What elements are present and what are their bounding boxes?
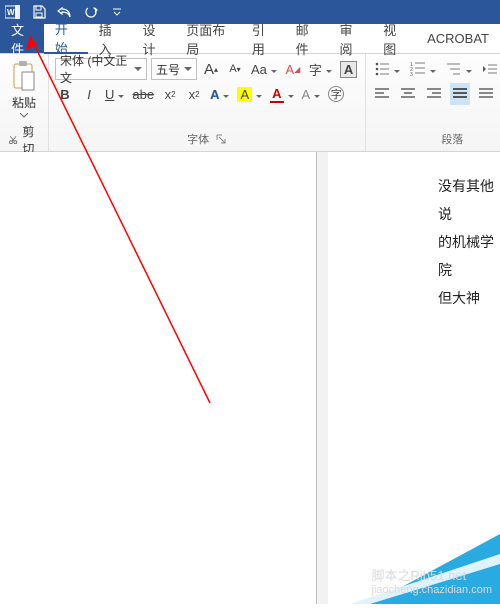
align-right-button[interactable]	[424, 83, 444, 105]
bold-button[interactable]: B	[55, 83, 75, 105]
shrink-font-button[interactable]: A▾	[225, 58, 245, 80]
font-name-combo[interactable]: 宋体 (中文正文	[55, 58, 147, 80]
paste-button[interactable]: 粘贴	[6, 58, 42, 120]
ribbon-tabs: 文件 开始 插入 设计 页面布局 引用 邮件 审阅 视图 ACROBAT	[0, 24, 500, 54]
font-color-button[interactable]: A	[268, 83, 295, 105]
scissors-icon	[8, 133, 18, 147]
align-distribute-button[interactable]	[476, 83, 496, 105]
tab-file[interactable]: 文件	[0, 24, 44, 53]
paste-label: 粘贴	[12, 94, 36, 111]
phonetic-guide-button[interactable]: 字	[307, 58, 334, 80]
subscript-button[interactable]: x2	[160, 83, 180, 105]
enclose-char-button[interactable]: 字	[326, 83, 346, 105]
underline-button[interactable]: U	[103, 83, 126, 105]
chevron-down-icon	[20, 113, 28, 118]
superscript-button[interactable]: x2	[184, 83, 204, 105]
doc-line-3: 但大神	[438, 284, 500, 312]
tab-design[interactable]: 设计	[131, 24, 175, 53]
app-icon: W	[4, 3, 22, 21]
svg-text:W: W	[7, 8, 15, 17]
font-launcher-icon[interactable]	[215, 133, 227, 145]
paste-icon	[10, 60, 38, 92]
page-left[interactable]	[0, 152, 316, 604]
decrease-indent-button[interactable]	[480, 58, 500, 80]
change-case-button[interactable]: Aa	[249, 58, 279, 80]
qat-more-icon[interactable]	[108, 3, 126, 21]
watermark-line2: jiaocheng.chazidian.com	[372, 584, 492, 596]
tab-acrobat[interactable]: ACROBAT	[416, 24, 500, 53]
tab-review[interactable]: 审阅	[328, 24, 372, 53]
svg-text:3: 3	[410, 72, 413, 77]
clear-format-button[interactable]: A◢	[283, 58, 303, 80]
doc-line-2: 的机械学院	[438, 228, 500, 284]
watermark-line1: 脚本之Rjb51.net	[372, 565, 492, 584]
tab-insert[interactable]: 插入	[88, 24, 132, 53]
char-border-button[interactable]: A	[338, 58, 359, 80]
strikethrough-button[interactable]: abe	[130, 83, 156, 105]
tab-layout[interactable]: 页面布局	[175, 24, 241, 53]
italic-button[interactable]: I	[79, 83, 99, 105]
doc-line-1: 没有其他说	[438, 172, 500, 228]
char-shading-button[interactable]: A	[300, 83, 323, 105]
font-size-combo[interactable]: 五号	[151, 58, 197, 80]
group-font: 宋体 (中文正文 五号 A▴ A▾ Aa A◢ 字 A B I U abe x2…	[49, 54, 366, 151]
text-effects-button[interactable]: A	[208, 83, 231, 105]
group-clipboard: 粘贴 剪切 复制 格式刷 剪贴板	[0, 54, 49, 151]
group-font-label: 字体	[187, 131, 209, 147]
ribbon: 粘贴 剪切 复制 格式刷 剪贴板	[0, 54, 500, 152]
bullets-button[interactable]	[372, 58, 402, 80]
grow-font-button[interactable]: A▴	[201, 58, 221, 80]
highlight-button[interactable]: A	[235, 83, 264, 105]
watermark: 脚本之Rjb51.net jiaocheng.chazidian.com	[372, 565, 492, 596]
tab-view[interactable]: 视图	[372, 24, 416, 53]
multilevel-list-button[interactable]	[444, 58, 474, 80]
align-center-button[interactable]	[398, 83, 418, 105]
group-paragraph-label: 段落	[441, 131, 463, 147]
align-justify-button[interactable]	[450, 83, 470, 105]
redo-icon[interactable]	[82, 3, 100, 21]
align-left-button[interactable]	[372, 83, 392, 105]
tab-references[interactable]: 引用	[241, 24, 285, 53]
tab-home[interactable]: 开始	[44, 24, 88, 54]
group-paragraph: 123 段落	[366, 54, 500, 151]
tab-mailings[interactable]: 邮件	[285, 24, 329, 53]
save-icon[interactable]	[30, 3, 48, 21]
numbering-button[interactable]: 123	[408, 58, 438, 80]
